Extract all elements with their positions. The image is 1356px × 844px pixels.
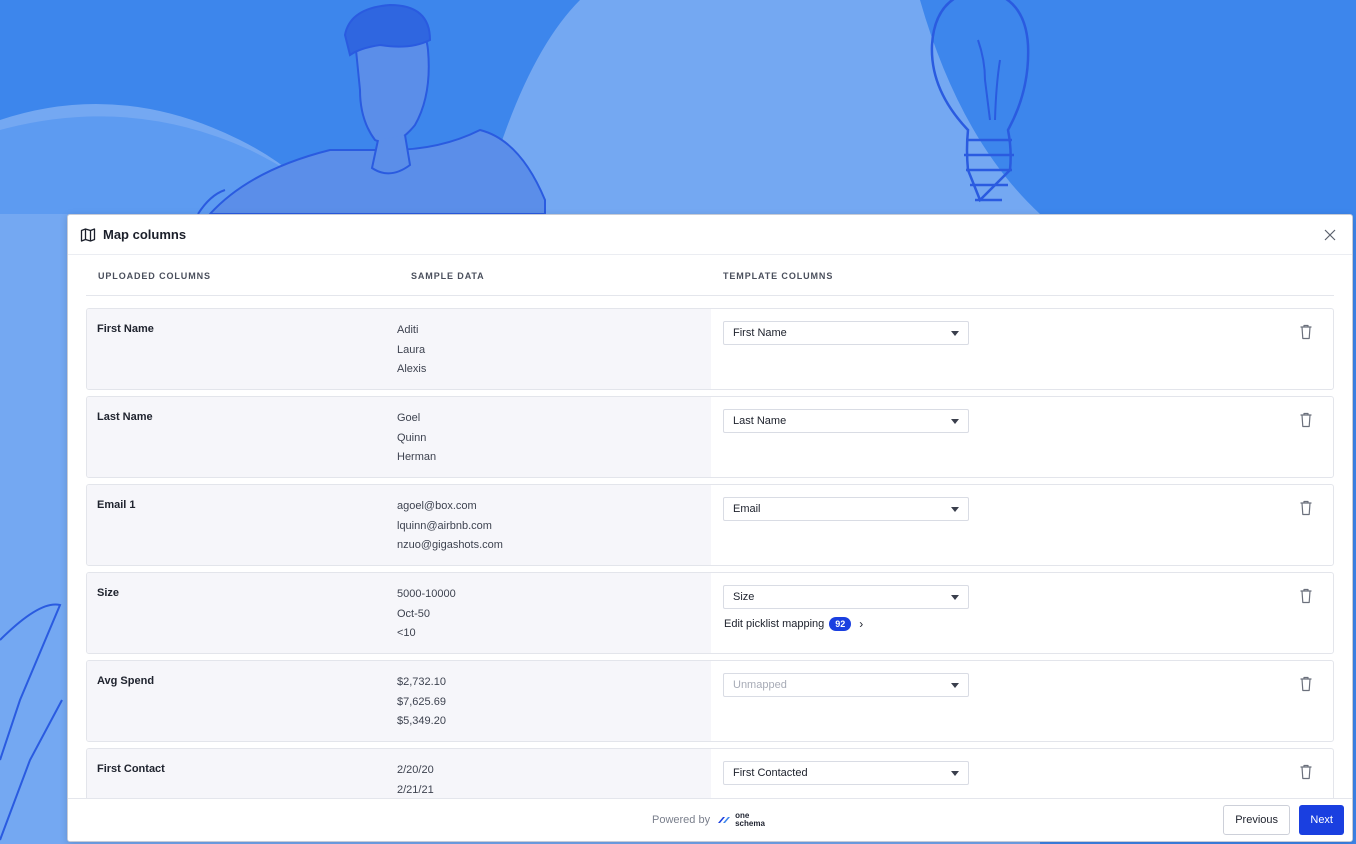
sample-data: 2/20/20 2/21/21 [397,761,434,798]
sample-value: $7,625.69 [397,695,446,708]
mapping-row: Email 1 agoel@box.com lquinn@airbnb.com … [86,484,1334,566]
caret-down-icon [951,507,959,512]
sample-value: nzuo@gigashots.com [397,539,503,551]
edit-picklist-mapping-link[interactable]: Edit picklist mapping 92 › [724,617,863,631]
modal-title-group: Map columns [80,227,1320,243]
mapping-row: First Contact 2/20/20 2/21/21 First Cont… [86,748,1334,798]
sample-value: 2/20/20 [397,764,434,776]
sample-value: Herman [397,451,437,463]
template-column-select[interactable]: Unmapped [723,673,969,697]
close-icon [1324,229,1336,240]
modal-header: Map columns [68,215,1352,255]
trash-icon[interactable] [1299,500,1313,516]
sample-value: $5,349.20 [397,715,446,727]
trash-icon[interactable] [1299,764,1313,780]
column-headers: UPLOADED COLUMNS SAMPLE DATA TEMPLATE CO… [86,256,1334,296]
mapping-rows: First Name Aditi Laura Alexis First Name… [86,308,1334,798]
select-value: Size [733,591,755,603]
caret-down-icon [951,331,959,336]
row-left-panel: Last Name Goel Quinn Herman [87,397,711,477]
mapping-row: Last Name Goel Quinn Herman Last Name [86,396,1334,478]
mapping-row: Size 5000-10000 Oct-50 <10 Size Edit pic… [86,572,1334,654]
caret-down-icon [951,419,959,424]
caret-down-icon [951,683,959,688]
modal-title: Map columns [103,227,187,242]
close-button[interactable] [1320,225,1340,245]
select-placeholder: Unmapped [733,679,787,691]
select-value: First Contacted [733,767,808,779]
sample-data: 5000-10000 Oct-50 <10 [397,585,456,644]
sample-value: $2,732.10 [397,676,446,688]
template-column-select[interactable]: Email [723,497,969,521]
uploaded-column-name: Size [97,587,120,599]
caret-down-icon [951,771,959,776]
logo-line-2: schema [735,819,765,828]
trash-icon[interactable] [1299,588,1313,604]
uploaded-column-name: First Name [97,323,154,335]
sample-value: Oct-50 [397,607,431,620]
sample-data: $2,732.10 $7,625.69 $5,349.20 [397,673,446,732]
chevron-right-icon: › [859,617,864,631]
uploaded-column-name: Email 1 [97,499,136,511]
select-value: Email [733,503,761,515]
previous-button[interactable]: Previous [1223,805,1290,835]
sample-data: Aditi Laura Alexis [397,321,426,380]
row-left-panel: First Contact 2/20/20 2/21/21 [87,749,711,798]
mapping-row: Avg Spend $2,732.10 $7,625.69 $5,349.20 … [86,660,1334,742]
uploaded-column-name: Avg Spend [97,675,155,687]
select-value: First Name [733,327,787,339]
sample-value: Quinn [397,431,427,444]
oneschema-wordmark: one schema [735,812,765,828]
powered-by-label: Powered by [652,814,711,826]
uploaded-column-name: Last Name [97,411,153,423]
trash-icon[interactable] [1299,676,1313,692]
template-column-select[interactable]: Last Name [723,409,969,433]
modal-footer: Powered by one schema Previous Next [68,798,1352,841]
sample-value: <10 [397,627,416,639]
header-uploaded-columns: UPLOADED COLUMNS [98,271,211,281]
row-left-panel: Size 5000-10000 Oct-50 <10 [87,573,711,653]
uploaded-column-name: First Contact [97,763,165,775]
sample-value: Goel [397,412,421,424]
sample-value: agoel@box.com [397,500,477,512]
row-left-panel: Email 1 agoel@box.com lquinn@airbnb.com … [87,485,711,565]
caret-down-icon [951,595,959,600]
row-left-panel: First Name Aditi Laura Alexis [87,309,711,389]
next-button[interactable]: Next [1299,805,1344,835]
template-column-select[interactable]: First Name [723,321,969,345]
sample-value: 2/21/21 [397,783,434,796]
mapping-row: First Name Aditi Laura Alexis First Name [86,308,1334,390]
sample-value: lquinn@airbnb.com [397,519,492,532]
powered-by: Powered by one schema [652,812,765,828]
picklist-label: Edit picklist mapping [724,618,825,630]
map-columns-modal: Map columns UPLOADED COLUMNS SAMPLE DATA… [67,214,1353,842]
sample-value: Alexis [397,363,427,375]
template-column-select[interactable]: First Contacted [723,761,969,785]
header-sample-data: SAMPLE DATA [411,271,485,281]
sample-value: Aditi [397,324,419,336]
sample-data: agoel@box.com lquinn@airbnb.com nzuo@gig… [397,497,503,556]
trash-icon[interactable] [1299,324,1313,340]
header-template-columns: TEMPLATE COLUMNS [723,271,834,281]
sample-data: Goel Quinn Herman [397,409,436,468]
trash-icon[interactable] [1299,412,1313,428]
sample-value: 5000-10000 [397,588,456,600]
map-icon [80,227,96,242]
picklist-count-badge: 92 [829,617,852,631]
oneschema-logo-icon [718,817,731,823]
template-column-select[interactable]: Size [723,585,969,609]
select-value: Last Name [733,415,787,427]
row-left-panel: Avg Spend $2,732.10 $7,625.69 $5,349.20 [87,661,711,741]
oneschema-logo: one schema [716,812,765,828]
sample-value: Laura [397,343,426,356]
